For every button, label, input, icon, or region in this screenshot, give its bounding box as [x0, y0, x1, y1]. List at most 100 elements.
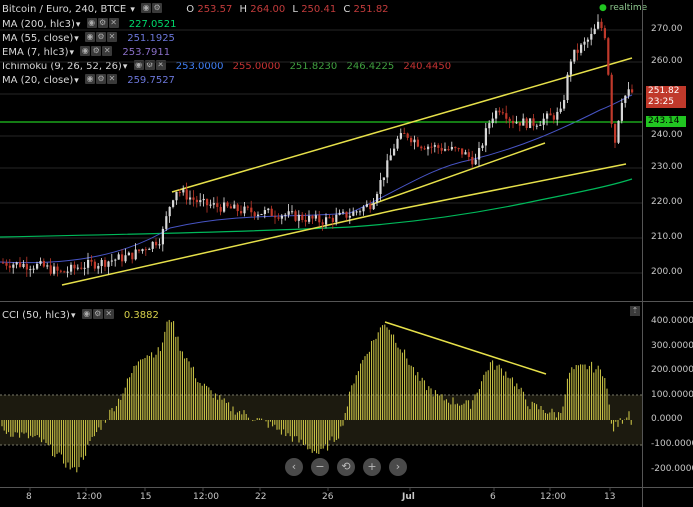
candle-body [610, 74, 613, 124]
chart-canvas[interactable] [0, 0, 693, 507]
pane-maximize-icon[interactable]: ⇡ [630, 306, 640, 316]
candle-body [559, 108, 562, 112]
candle-body [250, 207, 253, 213]
candle-body [223, 202, 226, 212]
candle-body [552, 115, 555, 120]
candle-body [597, 21, 600, 29]
price-tick: 240.00 [651, 130, 683, 140]
candle-body [382, 177, 385, 181]
indicator-cci: CCI (50, hlc3)▾ ◉ ⚙ ✕ 0.3882 [2, 308, 159, 322]
time-tick: 15 [140, 492, 152, 502]
candle-body [518, 122, 521, 126]
candle-body [117, 254, 120, 260]
candle-body [212, 203, 215, 205]
candle-body [260, 214, 263, 216]
candle-body [257, 214, 260, 217]
trendlines [61, 57, 633, 286]
candle-body [100, 259, 103, 267]
candle-body [73, 264, 76, 269]
candle-body [267, 208, 270, 211]
candle-body [144, 249, 147, 251]
candle-body [549, 113, 552, 116]
scroll-forward-button[interactable]: › [389, 458, 407, 476]
candle-body [148, 248, 151, 250]
candle-body [168, 206, 171, 217]
indicator-label[interactable]: CCI (50, hlc3) [2, 310, 70, 321]
candle-body [563, 100, 566, 109]
scroll-back-button[interactable]: ‹ [285, 458, 303, 476]
candle-body [90, 259, 93, 262]
candle-body [311, 215, 314, 219]
candle-body [542, 118, 545, 125]
candle-body [253, 212, 256, 217]
candle-body [396, 138, 399, 149]
price-grid [0, 29, 642, 274]
candle-body [488, 123, 491, 129]
candle-body [569, 61, 572, 75]
candle-body [192, 197, 195, 200]
candle-body [8, 265, 11, 268]
candle-body [216, 203, 219, 207]
candle-body [376, 193, 379, 203]
candle-body [546, 113, 549, 119]
candle-body [498, 110, 501, 113]
visibility-icon[interactable]: ◉ [81, 309, 92, 319]
candle-body [97, 266, 100, 269]
candle-body [481, 145, 484, 149]
candle-body [127, 252, 130, 256]
candle-body [134, 249, 137, 260]
candle-body [525, 118, 528, 128]
zoom-in-button[interactable]: + [363, 458, 381, 476]
candle-body [444, 149, 447, 151]
candle-body [246, 206, 249, 208]
time-tick: 12:00 [193, 492, 219, 502]
candle-body [318, 215, 321, 223]
cci-tick: -100.0000 [651, 439, 693, 449]
price-tick: 220.00 [651, 197, 683, 207]
candle-body [165, 216, 168, 229]
candle-body [46, 265, 49, 267]
candle-body [573, 49, 576, 62]
indicator-menu-icon[interactable]: ▾ [71, 311, 76, 321]
candle-body [70, 264, 73, 272]
price-tick: 260.00 [651, 56, 683, 66]
candle-body [42, 260, 45, 267]
candle-body [495, 110, 498, 119]
candle-body [32, 268, 35, 270]
level-price-tag: 243.14 [646, 116, 686, 127]
time-tick: 12:00 [540, 492, 566, 502]
candle-body [131, 252, 134, 260]
candle-body [522, 118, 525, 126]
candle-body [314, 215, 317, 219]
candle-body [121, 254, 124, 262]
cci-tick: 200.0000 [651, 365, 693, 375]
candle-body [379, 180, 382, 194]
candle-body [107, 261, 110, 267]
candle-body [161, 228, 164, 245]
candle-body [294, 211, 297, 221]
candle-body [586, 39, 589, 42]
cci-tick: 300.0000 [651, 341, 693, 351]
candle-body [617, 120, 620, 143]
candle-body [277, 217, 280, 219]
candle-body [325, 217, 328, 225]
candle-body [104, 259, 107, 267]
candle-body [5, 262, 8, 266]
candle-body [114, 259, 117, 261]
candle-body [236, 204, 239, 212]
candle-body [226, 202, 229, 207]
candle-body [427, 146, 430, 150]
close-icon[interactable]: ✕ [103, 309, 114, 319]
candle-body [372, 202, 375, 210]
candle-body [556, 111, 559, 120]
zoom-out-button[interactable]: − [311, 458, 329, 476]
candle-body [284, 214, 287, 216]
candle-body [331, 217, 334, 222]
settings-icon[interactable]: ⚙ [92, 309, 103, 319]
reset-chart-button[interactable]: ⟲ [337, 458, 355, 476]
candle-body [423, 148, 426, 150]
candle-body [178, 191, 181, 193]
candle-body [243, 206, 246, 214]
candle-body [399, 133, 402, 139]
trendline [61, 209, 396, 286]
